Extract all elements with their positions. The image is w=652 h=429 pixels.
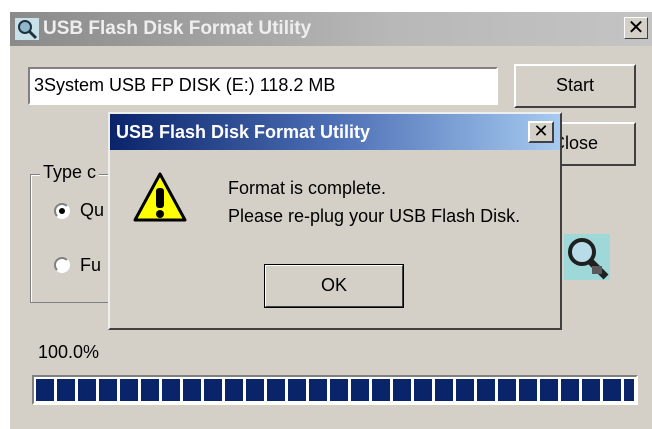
dialog-message-line2: Please re-plug your USB Flash Disk.: [228, 206, 521, 226]
progress-bar: [32, 375, 638, 405]
completion-dialog: USB Flash Disk Format Utility ✕ Format i…: [108, 112, 562, 330]
radio-selected-dot: [59, 208, 65, 214]
dialog-title: USB Flash Disk Format Utility: [116, 122, 371, 142]
progress-percent: 100.0%: [38, 342, 100, 362]
dialog-titlebar[interactable]: USB Flash Disk Format Utility ✕: [110, 114, 560, 150]
dialog-close-button[interactable]: ✕: [528, 121, 554, 143]
dialog-message-line1: Format is complete.: [228, 178, 387, 198]
radio-full-label: Fu: [80, 255, 102, 275]
radio-quick-label: Qu: [80, 200, 105, 220]
warning-icon: [133, 172, 187, 222]
ok-button[interactable]: OK: [264, 264, 404, 308]
format-type-label: Type c: [40, 162, 100, 183]
window-close-button[interactable]: ✕: [624, 17, 648, 39]
main-titlebar[interactable]: USB Flash Disk Format Utility ✕: [10, 12, 652, 46]
progress-fill: [36, 379, 634, 401]
magnifier-icon: [564, 234, 610, 280]
device-field[interactable]: 3System USB FP DISK (E:) 118.2 MB: [28, 67, 498, 105]
start-button[interactable]: Start: [514, 64, 636, 108]
radio-full-format[interactable]: [54, 257, 70, 273]
window-title: USB Flash Disk Format Utility: [43, 18, 312, 39]
radio-quick-format[interactable]: [54, 203, 70, 219]
usb-search-icon: [15, 18, 39, 40]
